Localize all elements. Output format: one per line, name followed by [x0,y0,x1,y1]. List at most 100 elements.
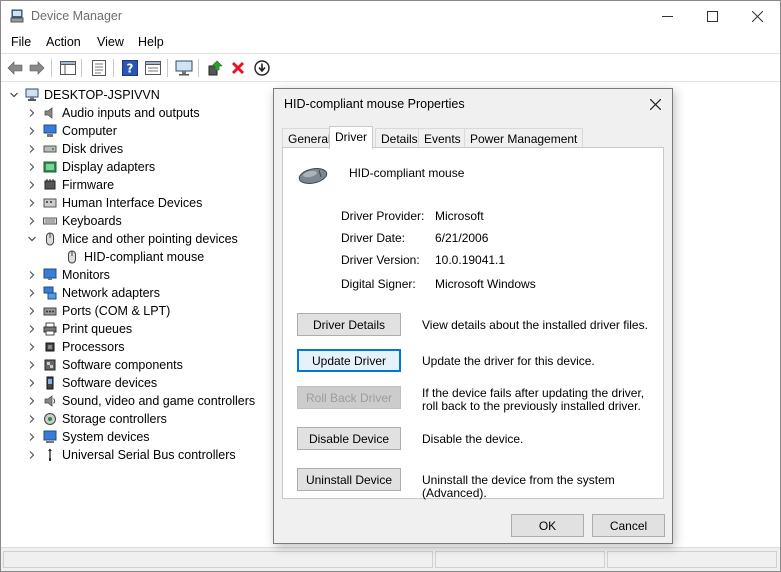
tree-item-label: Universal Serial Bus controllers [62,448,236,462]
update-driver-button[interactable] [206,59,224,77]
close-icon [649,98,661,110]
display-adapter-icon [43,160,57,174]
tree-category-item[interactable]: Storage controllers [27,410,167,428]
chevron-right-icon[interactable] [27,324,37,334]
chevron-right-icon[interactable] [27,414,37,424]
disable-device-button[interactable]: Disable Device [297,427,401,450]
tree-category-item[interactable]: Universal Serial Bus controllers [27,446,236,464]
view-button[interactable] [144,59,162,77]
tree-child-item[interactable]: HID-compliant mouse [65,248,204,266]
uninstall-device-button[interactable]: Uninstall Device [297,468,401,491]
chevron-right-icon[interactable] [27,378,37,388]
maximize-button[interactable] [689,1,735,32]
disable-device-desc: Disable the device. [422,432,524,446]
tree-item-label: Human Interface Devices [62,196,203,210]
driver-date-label: Driver Date: [341,231,406,245]
tree-root[interactable]: DESKTOP-JSPIVVN [9,86,160,104]
tree-item-label: Mice and other pointing devices [62,232,238,246]
show-hide-tree-icon [60,61,76,75]
device-manager-app-icon [10,9,24,23]
digital-signer-label: Digital Signer: [341,277,416,291]
menu-file[interactable]: File [11,35,31,49]
help-button[interactable]: ? [121,59,139,77]
chevron-right-icon[interactable] [27,288,37,298]
chevron-right-icon[interactable] [27,432,37,442]
driver-details-button[interactable]: Driver Details [297,313,401,336]
menu-help[interactable]: Help [138,35,164,49]
network-icon [43,286,57,300]
menu-view[interactable]: View [97,35,124,49]
driver-tab-panel: HID-compliant mouse Driver Provider: Mic… [282,147,664,500]
toolbar-separator [167,59,168,77]
chevron-down-icon[interactable] [9,90,19,100]
tree-category-item[interactable]: Sound, video and game controllers [27,392,255,410]
chevron-right-icon[interactable] [27,108,37,118]
properties-button[interactable] [90,59,108,77]
chevron-right-icon[interactable] [27,450,37,460]
scan-hardware-button[interactable] [175,59,193,77]
tree-category-item[interactable]: Firmware [27,176,114,194]
monitor-icon [43,268,57,282]
uninstall-device-button[interactable] [229,59,247,77]
tree-item-label: Software devices [62,376,158,390]
close-button[interactable] [734,1,780,32]
chevron-right-icon[interactable] [27,126,37,136]
tab-power-management[interactable]: Power Management [464,128,584,148]
disable-device-button[interactable] [253,59,271,77]
tree-category-item[interactable]: Computer [27,122,117,140]
tree-item-label: Keyboards [62,214,122,228]
tree-category-item[interactable]: Network adapters [27,284,160,302]
tab-driver[interactable]: Driver [329,126,373,149]
tab-details[interactable]: Details [375,128,424,148]
update-driver-button[interactable]: Update Driver [297,349,401,372]
tree-category-item[interactable]: Display adapters [27,158,155,176]
dialog-title: HID-compliant mouse Properties [284,97,465,111]
menu-action[interactable]: Action [46,35,81,49]
show-hide-tree-button[interactable] [59,59,77,77]
cancel-button[interactable]: Cancel [592,514,665,537]
storage-icon [43,412,57,426]
tree-category-item[interactable]: Mice and other pointing devices [27,230,238,248]
driver-provider-value: Microsoft [435,209,484,223]
tree-category-item[interactable]: Keyboards [27,212,122,230]
mouse-icon [43,232,57,246]
chevron-right-icon[interactable] [27,396,37,406]
tree-category-item[interactable]: Ports (COM & LPT) [27,302,170,320]
chevron-right-icon[interactable] [27,360,37,370]
forward-button[interactable] [28,59,46,77]
minimize-button[interactable] [644,1,690,32]
tree-category-item[interactable]: Disk drives [27,140,123,158]
tree-category-item[interactable]: Software devices [27,374,157,392]
back-button[interactable] [6,59,24,77]
tree-category-item[interactable]: Audio inputs and outputs [27,104,200,122]
dialog-close-button[interactable] [644,93,666,115]
driver-date-value: 6/21/2006 [435,231,489,245]
tree-category-item[interactable]: System devices [27,428,150,446]
back-arrow-icon [7,61,23,75]
chevron-down-icon[interactable] [27,234,37,244]
keyboard-icon [43,214,57,228]
tab-events[interactable]: Events [418,128,467,148]
help-icon: ? [122,60,138,76]
chevron-right-icon[interactable] [27,144,37,154]
tree-item-label: Audio inputs and outputs [62,106,200,120]
ok-button[interactable]: OK [511,514,584,537]
roll-back-driver-button[interactable]: Roll Back Driver [297,386,401,409]
tree-category-item[interactable]: Software components [27,356,183,374]
monitor-scan-icon [175,60,193,76]
port-icon [43,304,57,318]
tree-category-item[interactable]: Print queues [27,320,132,338]
hid-icon [43,196,57,210]
chevron-right-icon[interactable] [27,306,37,316]
tree-item-label: Storage controllers [62,412,167,426]
tree-category-item[interactable]: Human Interface Devices [27,194,202,212]
chevron-right-icon[interactable] [27,162,37,172]
chevron-right-icon[interactable] [27,342,37,352]
tree-category-item[interactable]: Processors [27,338,125,356]
chevron-right-icon[interactable] [27,270,37,280]
chevron-right-icon[interactable] [27,198,37,208]
chevron-right-icon[interactable] [27,216,37,226]
chevron-right-icon[interactable] [27,180,37,190]
tree-category-item[interactable]: Monitors [27,266,110,284]
svg-text:?: ? [127,62,134,76]
